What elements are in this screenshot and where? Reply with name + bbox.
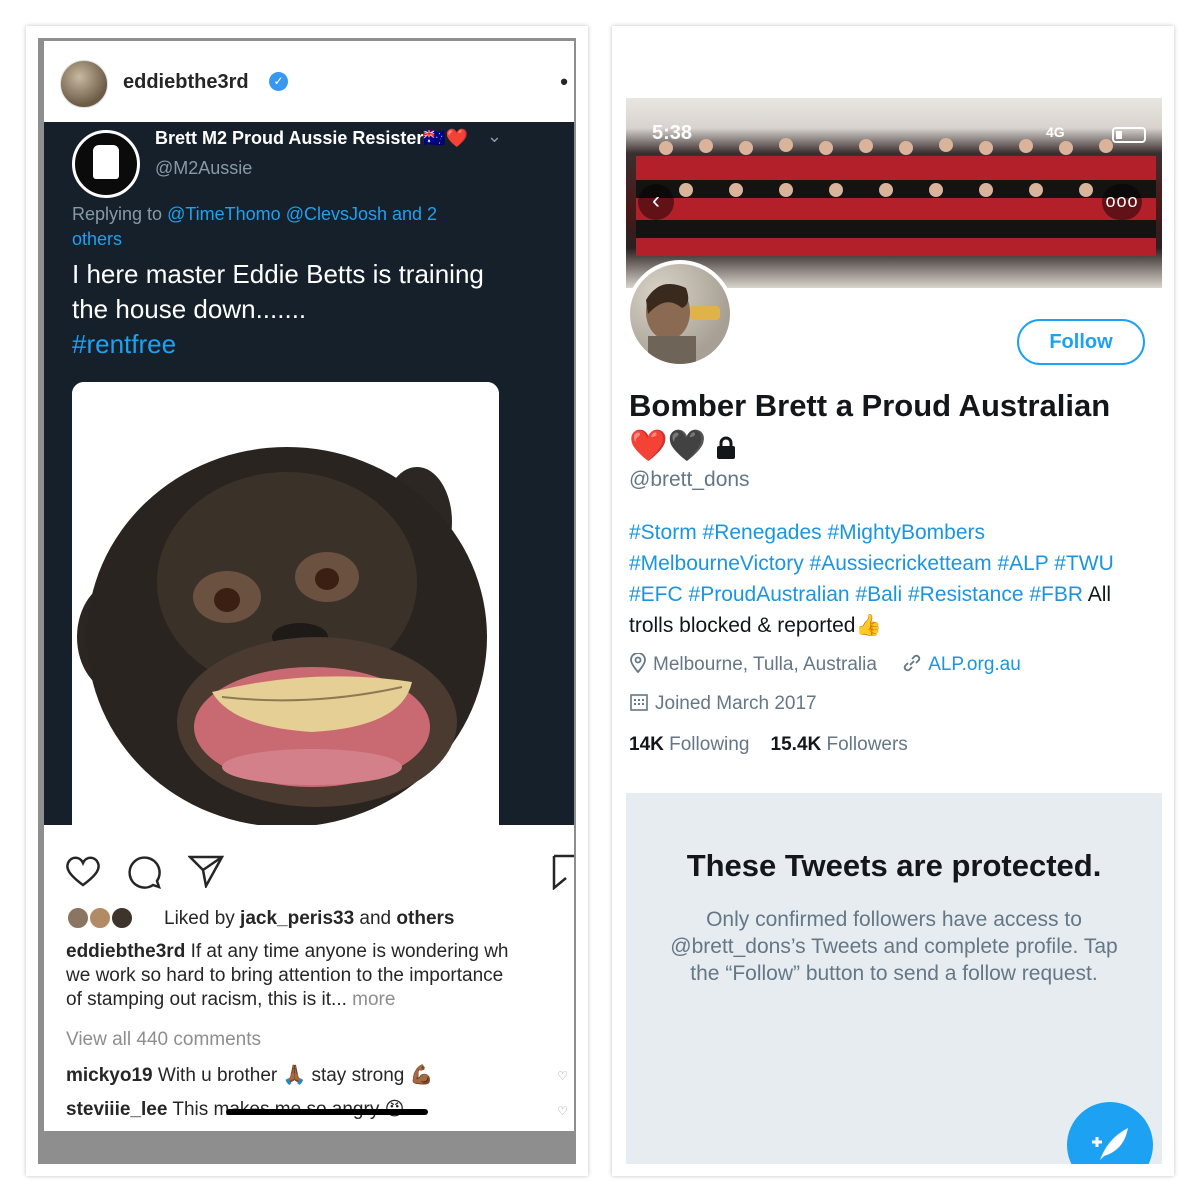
protected-body: Only confirmed followers have access to … bbox=[670, 908, 1118, 985]
post-username[interactable]: eddiebthe3rd bbox=[123, 71, 249, 94]
following-count: 14K bbox=[629, 734, 664, 755]
lock-icon bbox=[717, 436, 736, 459]
comment-icon[interactable] bbox=[126, 854, 162, 890]
avatar bbox=[110, 906, 134, 930]
verified-badge-icon: ✓ bbox=[269, 72, 288, 91]
more-options-icon[interactable]: ooo bbox=[1102, 184, 1142, 220]
follow-button[interactable]: Follow bbox=[1017, 319, 1145, 365]
followers-count: 15.4K bbox=[770, 734, 822, 755]
tweet-hashtag: #rentfree bbox=[72, 329, 177, 359]
view-all-comments-link[interactable]: View all 440 comments bbox=[66, 1029, 261, 1051]
profile-website-link[interactable]: ALP.org.au bbox=[928, 654, 1021, 675]
display-name-text: Bomber Brett a Proud Australian❤️🖤 bbox=[629, 388, 1111, 463]
status-time: 5:38 bbox=[652, 122, 693, 144]
post-caption: eddiebthe3rd If at any time anyone is wo… bbox=[66, 940, 574, 1012]
comment-username[interactable]: steviiie_lee bbox=[66, 1099, 167, 1120]
caption-line-2: we work so hard to bring attention to th… bbox=[66, 965, 504, 986]
embedded-tweet-replying: Replying to @TimeThomo @ClevsJosh and 2 … bbox=[72, 202, 492, 252]
compose-feather-icon bbox=[1092, 1128, 1128, 1160]
heart-icon[interactable] bbox=[64, 854, 102, 888]
profile-photo bbox=[646, 284, 720, 364]
location-pin-icon bbox=[630, 652, 646, 674]
replying-prefix: Replying to bbox=[72, 204, 168, 224]
chimpanzee-photo bbox=[72, 382, 499, 825]
profile-handle: @brett_dons bbox=[629, 468, 750, 491]
instagram-post-view: eddiebthe3rd ✓ • Brett M2 Proud Aussie R… bbox=[44, 41, 574, 1131]
liked-others[interactable]: others bbox=[396, 908, 454, 929]
share-icon[interactable] bbox=[188, 854, 224, 888]
status-bar: 5:38 4G bbox=[626, 98, 1162, 144]
profile-counts: 14K Following 15.4K Followers bbox=[629, 734, 908, 756]
embedded-tweet-text: I here master Eddie Betts is training th… bbox=[72, 257, 492, 362]
caption-line-1: If at any time anyone is wondering wh bbox=[185, 941, 509, 962]
caption-username[interactable]: eddiebthe3rd bbox=[66, 941, 185, 962]
bio-hashtags[interactable]: #Storm #Renegades #MightyBombers #Melbou… bbox=[629, 521, 1114, 606]
comment-row: mickyo19 With u brother 🙏🏾 stay strong 💪… bbox=[66, 1063, 433, 1087]
profile-joined: Joined March 2017 bbox=[655, 693, 817, 714]
embedded-tweet-name: Brett M2 Proud Aussie Resister🇦🇺❤️ bbox=[155, 128, 469, 148]
following-label: Following bbox=[663, 734, 750, 755]
liked-prefix: Liked by bbox=[164, 908, 241, 929]
chevron-down-icon: ⌄ bbox=[486, 126, 502, 146]
comment-like-icon[interactable]: ♡ bbox=[557, 1104, 568, 1118]
followers-link[interactable]: 15.4K Followers bbox=[771, 734, 908, 755]
protected-title: These Tweets are protected. bbox=[686, 848, 1102, 883]
profile-bio: #Storm #Renegades #MightyBombers #Melbou… bbox=[629, 517, 1159, 641]
link-icon bbox=[904, 654, 921, 672]
liked-and: and bbox=[354, 908, 397, 929]
avatar bbox=[66, 906, 90, 930]
back-arrow-icon[interactable]: ‹ bbox=[638, 184, 674, 220]
avatar bbox=[88, 906, 112, 930]
raised-fist-icon bbox=[93, 145, 119, 179]
embedded-tweet-handle: @M2Aussie bbox=[155, 158, 253, 178]
liked-user[interactable]: jack_peris33 bbox=[240, 908, 354, 929]
home-indicator bbox=[226, 1109, 428, 1115]
avatar[interactable] bbox=[626, 260, 734, 368]
instagram-screenshot-panel: eddiebthe3rd ✓ • Brett M2 Proud Aussie R… bbox=[26, 26, 588, 1176]
calendar-icon bbox=[630, 694, 648, 711]
more-options-icon[interactable]: • bbox=[560, 69, 568, 95]
profile-display-name: Bomber Brett a Proud Australian❤️🖤 bbox=[629, 386, 1129, 466]
embedded-tweet-avatar bbox=[72, 130, 140, 198]
following-link[interactable]: 14K Following bbox=[629, 734, 749, 755]
profile-location-row: Melbourne, Tulla, Australia ALP.org.au bbox=[629, 652, 1021, 676]
avatar[interactable] bbox=[60, 60, 108, 108]
tweet-body: I here master Eddie Betts is training th… bbox=[72, 259, 484, 324]
bookmark-icon[interactable] bbox=[552, 854, 574, 890]
post-action-bar bbox=[44, 836, 574, 896]
post-image[interactable]: Brett M2 Proud Aussie Resister🇦🇺❤️ ⌄ @M2… bbox=[44, 122, 574, 825]
twitter-screenshot-panel: 5:38 4G ‹ ooo Follow Bomber Brett a Prou… bbox=[612, 26, 1174, 1176]
profile-location: Melbourne, Tulla, Australia bbox=[653, 654, 877, 675]
network-indicator: 4G bbox=[1046, 124, 1065, 140]
post-header: eddiebthe3rd ✓ • bbox=[44, 41, 574, 121]
caption-line-3: of stamping out racism, this is it... bbox=[66, 989, 347, 1010]
liked-by-text: Liked by jack_peris33 and others bbox=[164, 908, 454, 930]
profile-joined-row: Joined March 2017 bbox=[629, 692, 817, 715]
followers-label: Followers bbox=[821, 734, 908, 755]
instagram-screen: eddiebthe3rd ✓ • Brett M2 Proud Aussie R… bbox=[38, 38, 576, 1164]
twitter-profile-screen: 5:38 4G ‹ ooo Follow Bomber Brett a Prou… bbox=[626, 38, 1162, 1164]
comment-username[interactable]: mickyo19 bbox=[66, 1065, 153, 1086]
protected-tweets-notice: These Tweets are protected. Only confirm… bbox=[626, 793, 1162, 1164]
comment-text: With u brother 🙏🏾 stay strong 💪🏾 bbox=[152, 1065, 434, 1086]
caption-more-link[interactable]: more bbox=[347, 989, 395, 1010]
embedded-tweet-image bbox=[72, 382, 499, 825]
battery-icon bbox=[1112, 127, 1146, 143]
comment-like-icon[interactable]: ♡ bbox=[557, 1069, 568, 1083]
